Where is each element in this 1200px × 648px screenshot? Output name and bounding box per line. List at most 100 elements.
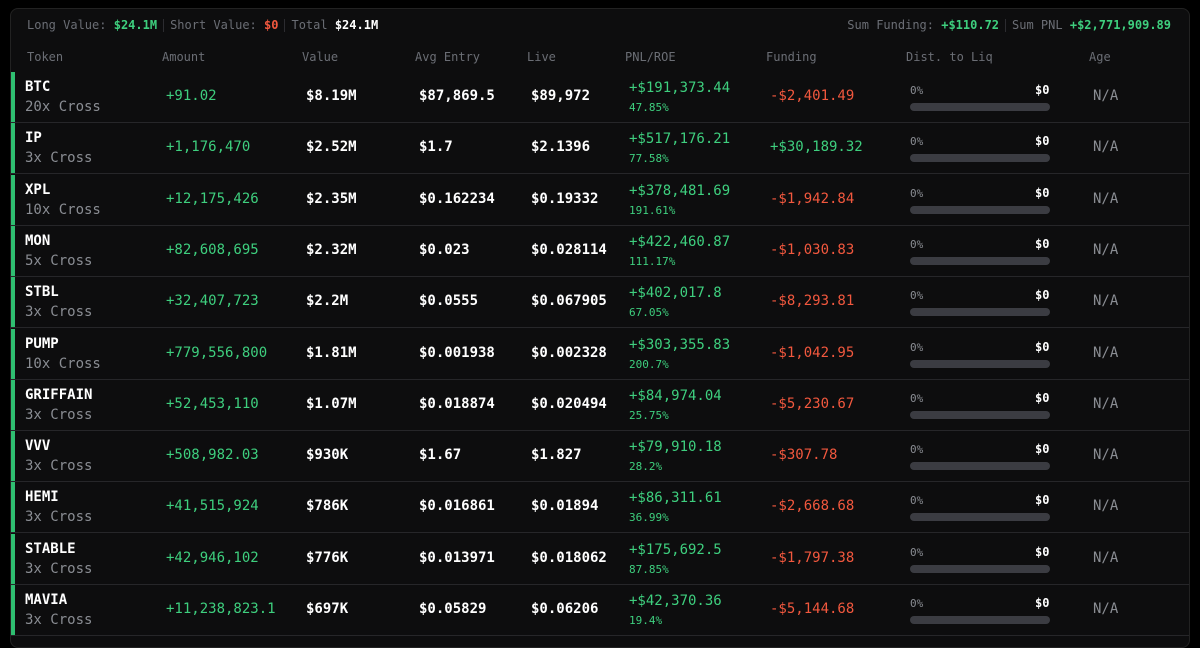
live-price: $0.06206 — [531, 601, 599, 617]
long-value-label: Long Value: — [27, 18, 107, 32]
leverage: 3x Cross — [25, 560, 93, 577]
column-header-pnl-roe[interactable]: PNL/ROE — [625, 50, 676, 64]
table-row[interactable]: IP 3x Cross +1,176,470 $2.52M $1.7 $2.13… — [11, 123, 1189, 175]
age: N/A — [1093, 498, 1119, 515]
avg-entry: $0.013971 — [419, 549, 495, 566]
value: $930K — [306, 447, 349, 464]
avg-entry: $0.016861 — [419, 498, 495, 515]
avg-entry: $0.018874 — [419, 395, 495, 412]
avg-entry: $0.001938 — [419, 344, 495, 361]
live-price: $0.028114 — [531, 241, 607, 258]
token-symbol[interactable]: GRIFFAIN — [25, 387, 92, 403]
table-row[interactable]: STABLE 3x Cross +42,946,102 $776K $0.013… — [11, 533, 1189, 585]
long-indicator — [11, 72, 15, 122]
dist-to-liq-value: $0 — [1035, 134, 1050, 149]
value: $8.19M — [306, 88, 357, 104]
avg-entry: $1.7 — [419, 139, 453, 156]
dist-to-liq-bar — [910, 616, 1050, 624]
table-row[interactable]: VVV 3x Cross +508,982.03 $930K $1.67 $1.… — [11, 431, 1189, 483]
dist-to-liq-percent: 0% — [910, 545, 924, 559]
dist-to-liq-bar — [910, 154, 1050, 163]
dist-to-liq-bar — [910, 103, 1050, 111]
token-symbol[interactable]: MON — [25, 233, 50, 249]
column-header-funding[interactable]: Funding — [766, 50, 817, 64]
table-header: Token Amount Value Avg Entry Live PNL/ROE Fund… — [11, 50, 1189, 66]
value: $1.81M — [306, 344, 357, 361]
table-row[interactable]: MAVIA 3x Cross +11,238,823.1 $697K $0.05… — [11, 585, 1189, 636]
amount: +32,407,723 — [166, 293, 259, 310]
dist-to-liq-bar — [910, 462, 1050, 471]
funding: -$2,668.68 — [770, 498, 855, 515]
pnl: +$79,910.18 — [629, 439, 722, 456]
token-symbol[interactable]: HEMI — [25, 489, 59, 505]
dist-to-liq-value: $0 — [1035, 442, 1050, 457]
value: $786K — [306, 498, 349, 515]
column-header-avg-entry[interactable]: Avg Entry — [415, 50, 480, 64]
token-symbol[interactable]: STBL — [25, 284, 59, 300]
age: N/A — [1093, 549, 1119, 566]
avg-entry: $0.05829 — [419, 601, 487, 617]
amount: +82,608,695 — [166, 241, 259, 258]
long-value: $24.1M — [113, 18, 158, 32]
live-price: $2.1396 — [531, 139, 591, 156]
dist-to-liq-bar — [910, 308, 1050, 317]
table-row[interactable]: MON 5x Cross +82,608,695 $2.32M $0.023 $… — [11, 225, 1189, 277]
divider — [1005, 19, 1007, 32]
dist-to-liq-bar — [910, 359, 1050, 368]
column-header-value[interactable]: Value — [302, 50, 338, 64]
dist-to-liq-percent: 0% — [910, 135, 924, 149]
table-row[interactable]: PUMP 10x Cross +779,556,800 $1.81M $0.00… — [11, 328, 1189, 380]
roe: 19.4% — [629, 614, 663, 627]
token-symbol[interactable]: MAVIA — [25, 592, 67, 608]
value: $2.2M — [306, 293, 349, 310]
dist-to-liq-percent: 0% — [910, 494, 924, 508]
dist-to-liq-value: $0 — [1035, 390, 1050, 405]
leverage: 3x Cross — [25, 304, 93, 321]
amount: +11,238,823.1 — [166, 601, 276, 617]
dist-to-liq-percent: 0% — [910, 340, 924, 354]
roe: 87.85% — [629, 562, 669, 576]
column-header-live[interactable]: Live — [527, 50, 556, 64]
table-row[interactable]: XPL 10x Cross +12,175,426 $2.35M $0.1622… — [11, 174, 1189, 226]
column-header-token[interactable]: Token — [27, 50, 63, 64]
total-value: $24.1M — [334, 18, 379, 32]
dist-to-liq-value: $0 — [1035, 288, 1050, 303]
token-symbol[interactable]: XPL — [25, 182, 50, 198]
table-row[interactable]: BTC 20x Cross +91.02 $8.19M $87,869.5 $8… — [11, 72, 1189, 123]
leverage: 3x Cross — [25, 458, 93, 475]
table-row[interactable]: GRIFFAIN 3x Cross +52,453,110 $1.07M $0.… — [11, 379, 1189, 431]
positions-panel: Long Value: $24.1M Short Value: $0 Total $… — [10, 8, 1190, 648]
leverage: 3x Cross — [25, 612, 93, 628]
token-symbol[interactable]: VVV — [25, 438, 50, 454]
token-symbol[interactable]: STABLE — [25, 541, 76, 557]
pnl: +$303,355.83 — [629, 336, 731, 353]
table-row[interactable]: STBL 3x Cross +32,407,723 $2.2M $0.0555 … — [11, 277, 1189, 329]
roe: 200.7% — [629, 357, 669, 371]
total-label: Total — [291, 18, 328, 32]
dist-to-liq-percent: 0% — [910, 237, 924, 251]
long-indicator — [11, 379, 15, 430]
dist-to-liq-bar — [910, 410, 1050, 419]
column-header-dist-to-liq[interactable]: Dist. to Liq — [906, 50, 993, 64]
table-row[interactable]: HEMI 3x Cross +41,515,924 $786K $0.01686… — [11, 482, 1189, 534]
dist-to-liq-value: $0 — [1035, 236, 1050, 251]
column-header-age[interactable]: Age — [1089, 50, 1111, 64]
amount: +12,175,426 — [166, 190, 259, 207]
pnl: +$84,974.04 — [629, 387, 722, 404]
column-header-amount[interactable]: Amount — [162, 50, 205, 64]
token-symbol[interactable]: BTC — [25, 79, 50, 95]
live-price: $0.002328 — [531, 344, 607, 361]
live-price: $0.020494 — [531, 395, 607, 412]
age: N/A — [1093, 241, 1119, 258]
token-symbol[interactable]: PUMP — [25, 336, 59, 352]
pnl: +$378,481.69 — [629, 182, 731, 199]
live-price: $0.018062 — [531, 549, 607, 566]
age: N/A — [1093, 395, 1119, 412]
long-indicator — [11, 225, 15, 276]
leverage: 20x Cross — [25, 99, 101, 115]
age: N/A — [1093, 190, 1119, 207]
age: N/A — [1093, 293, 1119, 310]
token-symbol[interactable]: IP — [25, 130, 42, 146]
funding: -$307.78 — [770, 447, 838, 464]
live-price: $0.067905 — [531, 293, 607, 310]
